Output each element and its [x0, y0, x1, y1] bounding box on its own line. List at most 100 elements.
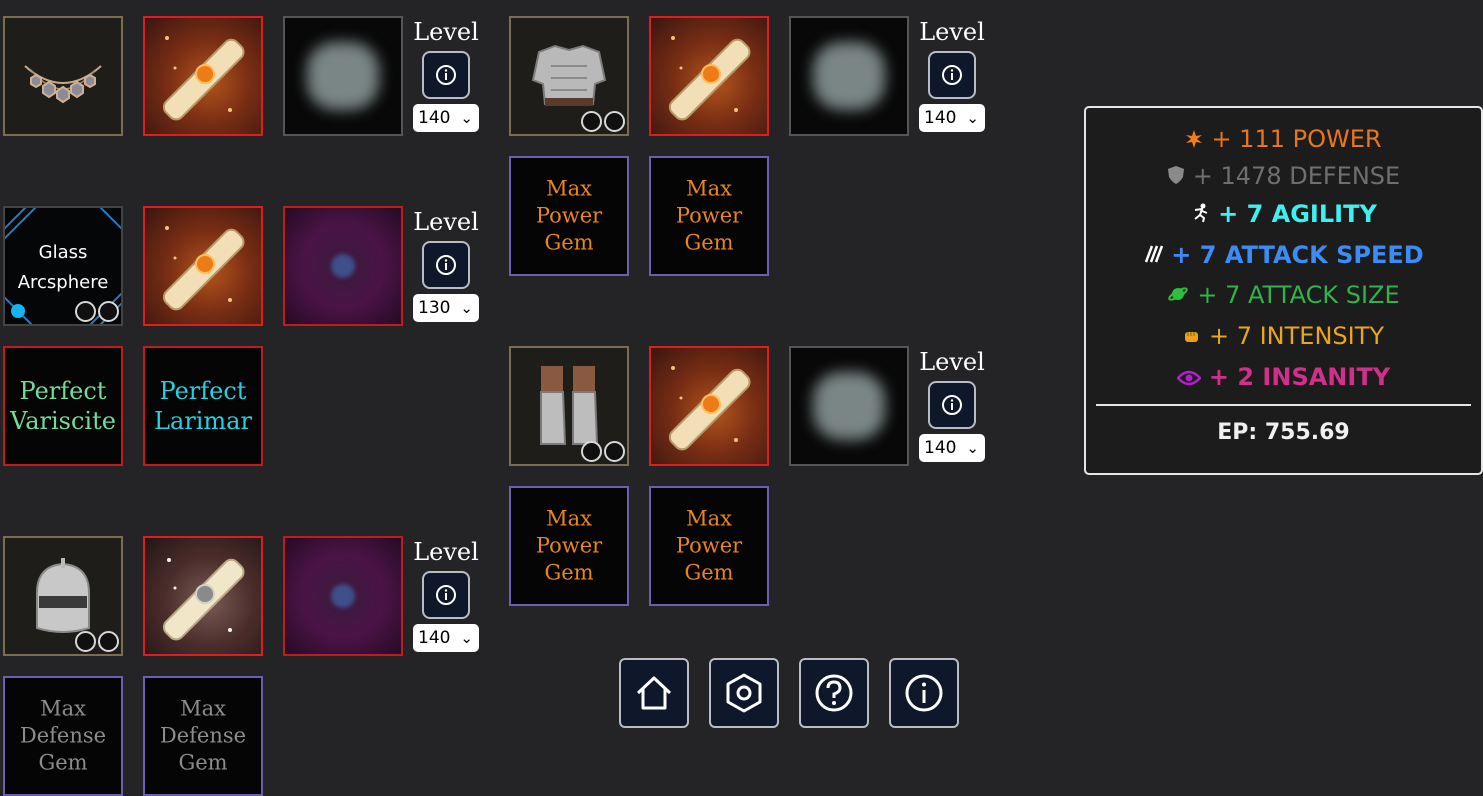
gem-name: Perfect Larimar: [145, 376, 261, 436]
stat-text: + 7 INTENSITY: [1208, 322, 1385, 350]
gem-name-line: Max: [686, 506, 732, 531]
blurred-icon: [813, 372, 885, 440]
chestplate-gem-slot[interactable]: Max Power Gem: [649, 156, 769, 276]
home-button[interactable]: [619, 658, 689, 728]
gem-name: Max Defense Gem: [145, 696, 261, 777]
level-label: Level: [413, 538, 479, 566]
agility-runner-icon: [1190, 200, 1210, 230]
info-icon: [436, 585, 456, 605]
orb-icon: [331, 254, 355, 278]
home-icon: [636, 676, 672, 710]
info-icon: [436, 65, 456, 85]
helmet-enchant-slot[interactable]: [143, 536, 263, 656]
socket-circle: [604, 111, 625, 132]
level-value: 130: [418, 298, 451, 318]
helmet-level-select[interactable]: 140 ⌄: [413, 624, 479, 652]
gem-name-line: Power: [535, 533, 603, 558]
help-button[interactable]: [799, 658, 869, 728]
info-icon: [436, 255, 456, 275]
helmet-gem-slot[interactable]: Max Defense Gem: [143, 676, 263, 796]
amulet-slot[interactable]: [3, 16, 123, 136]
level-label: Level: [919, 18, 985, 46]
gem-name: Max Power Gem: [511, 176, 627, 257]
chestplate-enchant-slot[interactable]: [649, 16, 769, 136]
info-icon: [942, 65, 962, 85]
stat-text: + 7 ATTACK SIZE: [1197, 281, 1400, 309]
gem-name-line: Max: [180, 696, 226, 721]
gem-socket-circles: [581, 441, 625, 462]
leggings-gem-slot[interactable]: Max Power Gem: [649, 486, 769, 606]
arcsphere-name-line1: Glass: [38, 242, 88, 263]
gem-name-line: Gem: [38, 750, 88, 775]
helmet-level-group: Level 140 ⌄: [413, 537, 479, 652]
stat-agility: + 7 AGILITY: [1086, 199, 1481, 230]
arcsphere-orb-slot[interactable]: [283, 206, 403, 326]
gem-name: Max Power Gem: [511, 506, 627, 587]
leggings-blurred-slot[interactable]: [789, 346, 909, 466]
leggings-slot[interactable]: [509, 346, 629, 466]
chestplate-slot[interactable]: [509, 16, 629, 136]
arcsphere-level-select[interactable]: 130 ⌄: [413, 294, 479, 322]
gem-socket-circles: [75, 301, 119, 322]
socket-circle: [98, 301, 119, 322]
chevron-down-icon: ⌄: [460, 629, 473, 647]
chevron-down-icon: ⌄: [460, 299, 473, 317]
settings-button[interactable]: [709, 658, 779, 728]
power-icon: [1185, 125, 1203, 155]
chestplate-gem-slot[interactable]: Max Power Gem: [509, 156, 629, 276]
info-button[interactable]: [889, 658, 959, 728]
enchant-scroll-icon: [668, 36, 751, 121]
stat-intensity: + 7 INTENSITY: [1086, 321, 1481, 352]
stat-power: + 111 POWER: [1086, 124, 1481, 155]
intensity-fist-icon: [1183, 322, 1201, 352]
chestplate-info-button[interactable]: [928, 51, 976, 99]
chestplate-blurred-slot[interactable]: [789, 16, 909, 136]
gem-name: Max Power Gem: [651, 506, 767, 587]
chevron-down-icon: ⌄: [966, 439, 979, 457]
gem-name-line: Gem: [684, 560, 734, 585]
arcsphere-enchant-slot[interactable]: [143, 206, 263, 326]
stat-text: + 2 INSANITY: [1208, 363, 1391, 391]
chevron-down-icon: ⌄: [966, 109, 979, 127]
socket-circle: [75, 631, 96, 652]
enchant-scroll-icon: [162, 558, 245, 641]
arcsphere-indicator: [11, 304, 25, 318]
stat-text: + 111 POWER: [1211, 125, 1382, 153]
helmet-gem-slot[interactable]: Max Defense Gem: [3, 676, 123, 796]
amulet-blurred-slot[interactable]: [283, 16, 403, 136]
gem-name-line: Power: [675, 203, 743, 228]
gem-socket-circles: [75, 631, 119, 652]
enchant-scroll-icon: [162, 36, 245, 121]
gem-name: Max Defense Gem: [5, 696, 121, 777]
arcsphere-gem-slot[interactable]: Perfect Variscite: [3, 346, 123, 466]
stat-attack-speed: + 7 ATTACK SPEED: [1086, 240, 1481, 271]
leggings-level-group: Level 140 ⌄: [919, 347, 985, 462]
chestplate-level-select[interactable]: 140 ⌄: [919, 104, 985, 132]
level-value: 140: [924, 438, 957, 458]
amulet-info-button[interactable]: [422, 51, 470, 99]
level-value: 140: [418, 108, 451, 128]
gem-name-line: Perfect: [19, 377, 107, 405]
info-icon: [942, 395, 962, 415]
helmet-slot[interactable]: [3, 536, 123, 656]
blurred-icon: [813, 42, 885, 110]
socket-circle: [604, 441, 625, 462]
leggings-info-button[interactable]: [928, 381, 976, 429]
gem-name-line: Defense: [19, 723, 107, 748]
leggings-enchant-slot[interactable]: [649, 346, 769, 466]
arcsphere-info-button[interactable]: [422, 241, 470, 289]
leggings-level-select[interactable]: 140 ⌄: [919, 434, 985, 462]
arcsphere-gem-slot[interactable]: Perfect Larimar: [143, 346, 263, 466]
helmet-orb-slot[interactable]: [283, 536, 403, 656]
ep-value: EP: 755.69: [1217, 420, 1350, 445]
socket-circle: [581, 441, 602, 462]
amulet-level-select[interactable]: 140 ⌄: [413, 104, 479, 132]
gem-name-line: Max: [686, 176, 732, 201]
amulet-enchant-slot[interactable]: [143, 16, 263, 136]
helmet-info-button[interactable]: [422, 571, 470, 619]
level-value: 140: [418, 628, 451, 648]
arcsphere-slot[interactable]: Glass Arcsphere: [3, 206, 123, 326]
enchant-scroll-icon: [668, 366, 751, 451]
leggings-gem-slot[interactable]: Max Power Gem: [509, 486, 629, 606]
gem-name-line: Gem: [178, 750, 228, 775]
